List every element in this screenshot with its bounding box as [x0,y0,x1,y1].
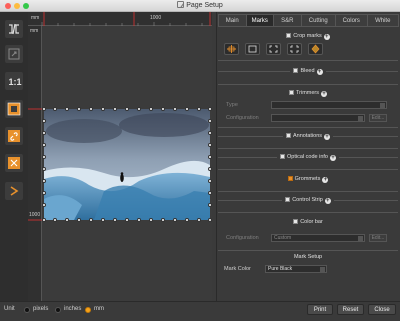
size-toggle-icon[interactable] [5,20,23,38]
tab-marks[interactable]: Marks [245,14,274,27]
dropdown-arrow-icon [380,103,385,108]
grommets-expand-button[interactable]: + [322,177,329,183]
minimize-window-button[interactable] [14,3,20,9]
separator [218,191,398,192]
color-bar-label: Color bar [300,219,323,225]
print-button[interactable]: Print [307,304,333,315]
separator [218,169,398,170]
mark-color-select[interactable]: Pure Black [265,265,327,273]
separator [218,60,398,61]
mark-setup-label: Mark Setup [293,254,323,260]
color-bar-configuration-select[interactable]: Custom [271,234,365,242]
horizontal-ruler: mm 1000 [28,12,212,26]
zoom-fit-icon[interactable] [5,45,23,63]
annotations-expand-button[interactable]: + [324,134,331,140]
mark-setup-section: Mark Setup [216,251,400,264]
image-preview[interactable] [44,109,210,220]
trimmers-section: Trimmers + [216,87,400,100]
unit-label: Unit [4,306,15,312]
unit-pixels-radio[interactable] [24,307,30,313]
crop-style-inner-icon[interactable] [224,43,239,55]
title-bar: Page Setup [0,0,400,12]
color-bar-configuration-label: Configuration [226,235,259,241]
color-bar-checkbox[interactable] [293,219,299,224]
tab-bar: Main Marks S&R Cutting Colors White [218,14,399,27]
bleed-section: Bleed + [216,65,400,78]
optical-code-info-label: Optical code info [287,154,328,160]
optical-code-info-section: Optical code info + [216,151,400,164]
grommets-section: Grommets + [216,173,400,186]
trimmers-configuration-label: Configuration [226,115,259,121]
actual-size-icon[interactable]: 1:1 [5,72,23,90]
window-title: Page Setup [186,2,223,9]
trimmers-checkbox[interactable] [288,90,294,95]
crop-marks-label: Crop marks [293,33,322,39]
close-button[interactable]: Close [368,304,396,315]
bleed-expand-button[interactable]: + [316,69,323,75]
crop-style-corners-icon[interactable] [266,43,281,55]
vertical-ruler: mm 1000 [28,26,42,302]
dropdown-arrow-icon [358,236,363,241]
separator [218,148,398,149]
crop-marks-expand-button[interactable]: + [323,34,330,40]
reset-button[interactable]: Reset [337,304,364,315]
separator [218,84,398,85]
unit-mm-radio[interactable] [85,307,91,313]
control-strip-section: Control Strip + [216,194,400,207]
bleed-label: Bleed [300,68,315,74]
grommets-label: Grommets [294,176,321,182]
dropdown-arrow-icon [320,267,325,272]
trimmers-type-select[interactable] [271,101,387,109]
dropdown-arrow-icon [358,116,363,121]
close-window-button[interactable] [5,3,11,9]
separator [218,127,398,128]
trimmers-edit-button[interactable]: Edit... [369,114,387,122]
trimmers-expand-button[interactable]: + [321,91,327,97]
svg-text:1:1: 1:1 [9,77,22,87]
crop-style-diamond-icon[interactable] [308,43,323,55]
bleed-checkbox[interactable] [293,68,299,73]
color-bar-section: Color bar [216,216,400,229]
tab-main[interactable]: Main [218,14,247,27]
tab-s-and-r[interactable]: S&R [273,14,302,27]
link-icon[interactable] [5,127,23,145]
app-icon [177,1,185,8]
unit-pixels-label: pixels [33,306,49,312]
forward-icon[interactable] [5,182,23,200]
tab-white[interactable]: White [366,14,399,27]
crop-style-box-icon[interactable] [245,43,260,55]
control-strip-label: Control Strip [292,197,323,203]
grommets-checkbox[interactable] [287,176,293,181]
control-strip-expand-button[interactable]: + [324,198,331,204]
annotations-label: Annotations [292,133,323,139]
crop-style-outer-icon[interactable] [287,43,302,55]
separator [218,212,398,213]
trimmers-type-label: Type [226,102,238,108]
trimmers-label: Trimmers [295,90,319,96]
control-strip-checkbox[interactable] [285,197,291,202]
color-bar-edit-button[interactable]: Edit... [369,234,387,242]
tab-colors[interactable]: Colors [335,14,368,27]
optical-code-info-checkbox[interactable] [280,154,286,159]
annotations-checkbox[interactable] [285,133,291,138]
tab-cutting[interactable]: Cutting [300,14,336,27]
center-icon[interactable] [5,154,23,172]
crop-marks-section: Crop marks + [216,30,400,43]
trimmers-configuration-select[interactable] [271,114,365,122]
tool-strip: 1:1 [0,12,28,301]
crop-mark-style-group [224,43,323,55]
unit-inches-radio[interactable] [55,307,61,313]
fit-page-icon[interactable] [5,100,23,118]
optical-code-info-expand-button[interactable]: + [329,155,336,161]
zoom-window-button[interactable] [23,3,29,9]
unit-inches-label: inches [64,306,82,312]
annotations-section: Annotations + [216,130,400,143]
mark-color-label: Mark Color [224,266,251,272]
unit-mm-label: mm [94,306,104,312]
crop-marks-checkbox[interactable] [286,33,292,38]
